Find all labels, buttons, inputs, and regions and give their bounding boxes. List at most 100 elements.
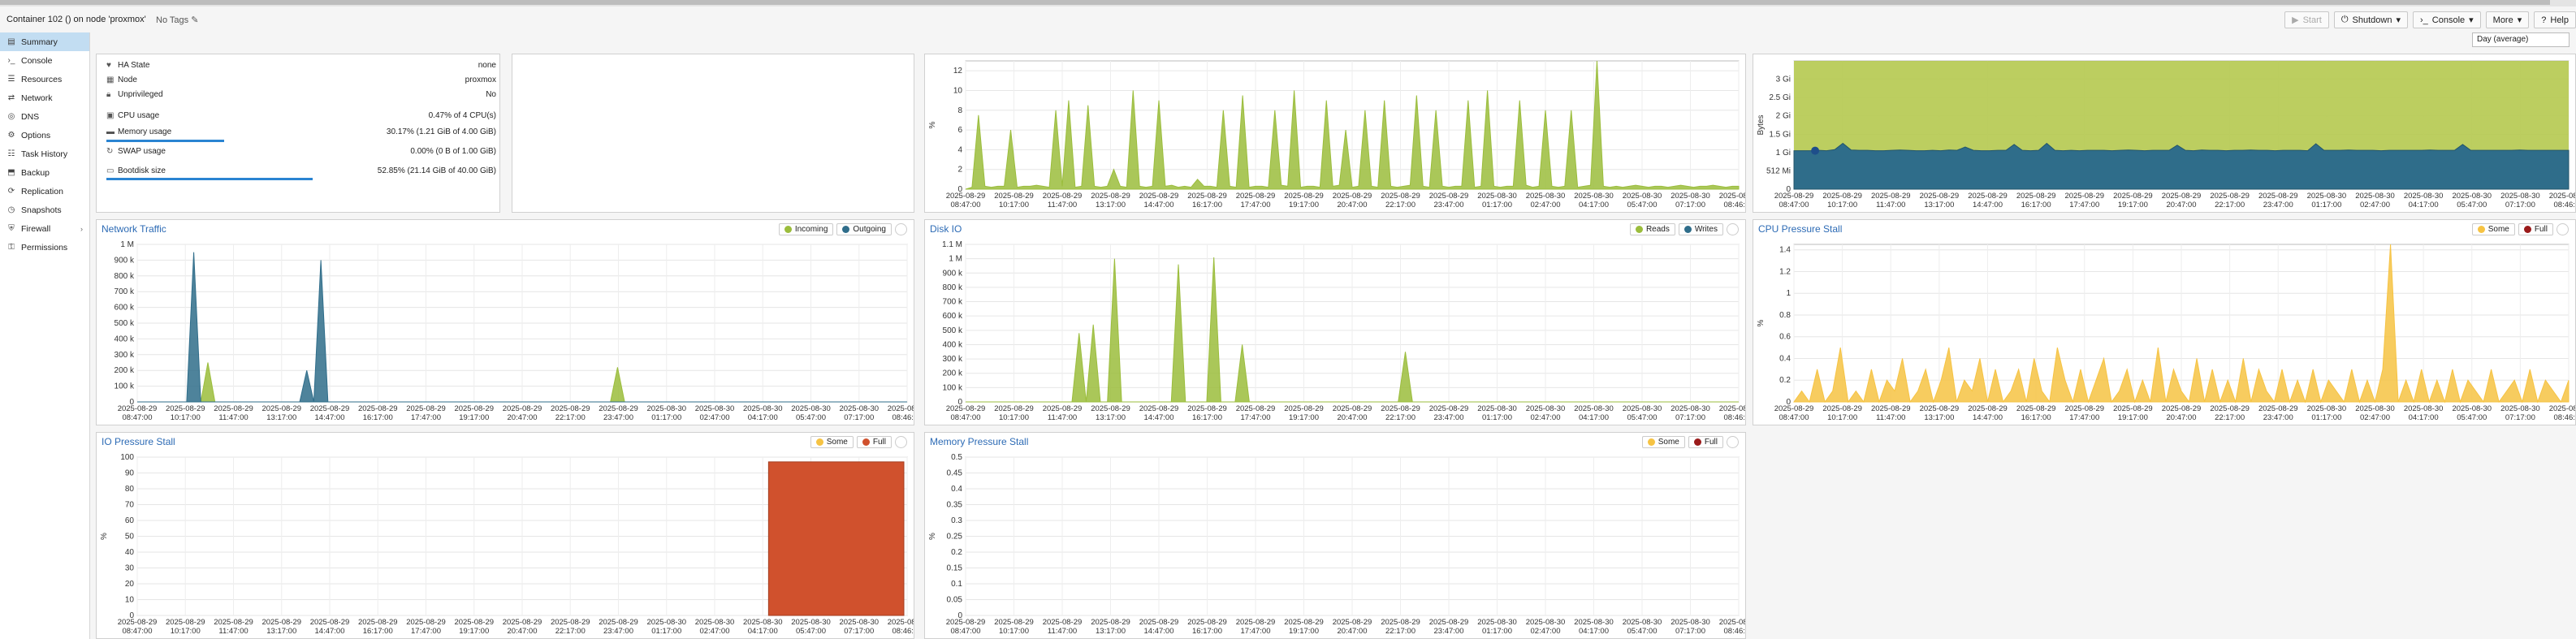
x-tick-label: 22:17:00 [1385,201,1416,209]
sidebar-item-resources[interactable]: ☰ Resources [0,70,89,89]
x-tick-label: 2025-08-30 [1574,404,1614,413]
more-button[interactable]: More ▾ [2485,11,2530,28]
sidebar-item-replication[interactable]: ⟳ Replication [0,182,89,201]
y-tick-label: 60 [125,516,135,525]
x-tick-label: 04:17:00 [1579,627,1609,636]
y-tick-label: 0.4 [1779,354,1791,363]
ha-state-value: none [478,60,496,70]
y-tick-label: 50 [125,533,135,542]
x-tick-label: 2025-08-29 [2016,192,2056,201]
chart-svg: 0100 k200 k300 k400 k500 k600 k700 k800 … [115,240,914,422]
x-tick-label: 10:17:00 [1827,413,1857,422]
sidebar-item-backup[interactable]: ⬒ Backup [0,163,89,182]
x-tick-label: 2025-08-29 [1284,404,1324,413]
chart-svg: 00.20.40.60.811.21.4%2025-08-2908:47:002… [1757,244,2575,422]
x-tick-label: 2025-08-29 [1139,192,1179,201]
x-tick-label: 2025-08-30 [2355,192,2395,201]
power-icon: ⏻ [2340,15,2349,24]
x-tick-label: 2025-08-29 [1822,404,1862,413]
x-tick-label: 14:47:00 [315,413,345,422]
y-tick-label: 0.8 [1779,311,1791,320]
sidebar-item-firewall[interactable]: ⛨ Firewall › [0,219,89,238]
y-tick-label: 0.25 [947,533,963,542]
x-tick-label: 13:17:00 [1096,413,1126,422]
x-tick-label: 2025-08-29 [1284,192,1324,201]
console-button[interactable]: ›_ Console ▾ [2412,11,2481,28]
sidebar-item-console[interactable]: ›_ Console [0,51,89,70]
x-tick-label: 20:47:00 [1338,413,1368,422]
y-tick-label: 1.2 [1779,267,1791,276]
x-tick-label: 23:47:00 [603,413,633,422]
x-tick-label: 2025-08-29 [1871,404,1911,413]
y-axis-label: % [1757,319,1766,326]
sidebar-item-label: Console [21,55,53,66]
x-tick-label: 22:17:00 [555,627,586,636]
y-axis-label: % [100,533,109,540]
x-tick-label: 08:46:00 [1724,413,1745,422]
sidebar-item-dns[interactable]: ◎ DNS [0,107,89,126]
cpu-pressure-panel: CPU Pressure Stall Some Full 0 0.2 0.4 0.6 0.8 1… [1753,219,2576,425]
y-axis-label: Bytes [1757,114,1766,135]
sidebar-item-network[interactable]: ⇄ Network [0,89,89,107]
x-tick-label: 2025-08-30 [839,404,879,413]
sidebar-item-snapshots[interactable]: ◷ Snapshots [0,201,89,219]
x-tick-label: 2025-08-30 [888,404,914,413]
x-tick-label: 2025-08-30 [1574,192,1614,201]
x-tick-label: 04:17:00 [748,413,778,422]
unprivileged-value: No [486,89,496,99]
timeframe-select[interactable]: Day (average) [2472,32,2570,47]
permissions-icon: ⚿ [8,243,15,252]
x-tick-label: 2025-08-29 [946,192,986,201]
cpu-icon: ▣ [106,110,115,120]
x-tick-label: 08:46:00 [2554,201,2575,209]
x-tick-label: 10:17:00 [999,413,1029,422]
sidebar-item-options[interactable]: ⚙ Options [0,126,89,145]
y-tick-label: 2 Gi [1776,112,1791,121]
x-tick-label: 2025-08-29 [358,618,398,627]
x-tick-label: 10:17:00 [1827,201,1857,209]
ha-state-row: ♥ HA State none [106,58,496,72]
y-tick-label: 12 [953,67,963,76]
sidebar-item-task-history[interactable]: ☷ Task History [0,145,89,163]
x-tick-label: 2025-08-29 [551,618,590,627]
memory-icon: ▬ [106,127,115,136]
shutdown-button[interactable]: ⏻ Shutdown ▾ [2333,11,2408,28]
x-tick-label: 2025-08-29 [1043,404,1083,413]
x-tick-label: 2025-08-29 [1139,618,1179,627]
x-tick-label: 16:17:00 [1192,413,1222,422]
x-tick-label: 2025-08-30 [2452,192,2492,201]
x-tick-label: 08:47:00 [1779,413,1809,422]
x-tick-label: 01:17:00 [1482,413,1512,422]
pencil-icon[interactable]: ✎ [191,15,198,25]
sidebar-item-permissions[interactable]: ⚿ Permissions [0,238,89,257]
x-tick-label: 2025-08-29 [1429,192,1469,201]
tags-label[interactable]: No Tags ✎ [156,15,198,25]
x-tick-label: 2025-08-29 [1187,192,1227,201]
help-button[interactable]: ? Help [2534,11,2576,28]
x-tick-label: 2025-08-29 [1236,618,1276,627]
x-tick-label: 05:47:00 [1627,627,1658,636]
x-tick-label: 2025-08-29 [1333,618,1372,627]
more-label: More [2492,15,2513,25]
x-tick-label: 2025-08-29 [1333,404,1372,413]
heartbeat-icon: ♥ [106,60,111,70]
x-tick-label: 17:47:00 [411,627,441,636]
start-button[interactable]: ▶ Start [2284,11,2329,28]
y-axis-label: % [928,533,937,540]
x-tick-label: 2025-08-29 [994,404,1034,413]
chevron-right-icon[interactable]: › [80,225,83,233]
hover-marker [1811,146,1820,155]
x-tick-label: 01:17:00 [2311,413,2341,422]
sidebar-item-label: Resources [21,74,63,84]
x-tick-label: 13:17:00 [1096,627,1126,636]
x-tick-label: 2025-08-29 [1091,192,1130,201]
sidebar-item-summary[interactable]: ▤ Summary [0,32,89,51]
chevron-down-icon[interactable]: ▾ [2396,15,2401,25]
swap-label: SWAP usage [118,146,166,156]
x-tick-label: 04:17:00 [1579,413,1609,422]
chart-svg: 0102030405060708090100%2025-08-2908:47:0… [100,453,914,636]
sidebar-item-label: Permissions [21,242,68,253]
y-tick-label: 100 k [115,382,135,391]
node-row: ▦ Node proxmox [106,72,496,87]
x-tick-label: 2025-08-30 [1477,404,1517,413]
